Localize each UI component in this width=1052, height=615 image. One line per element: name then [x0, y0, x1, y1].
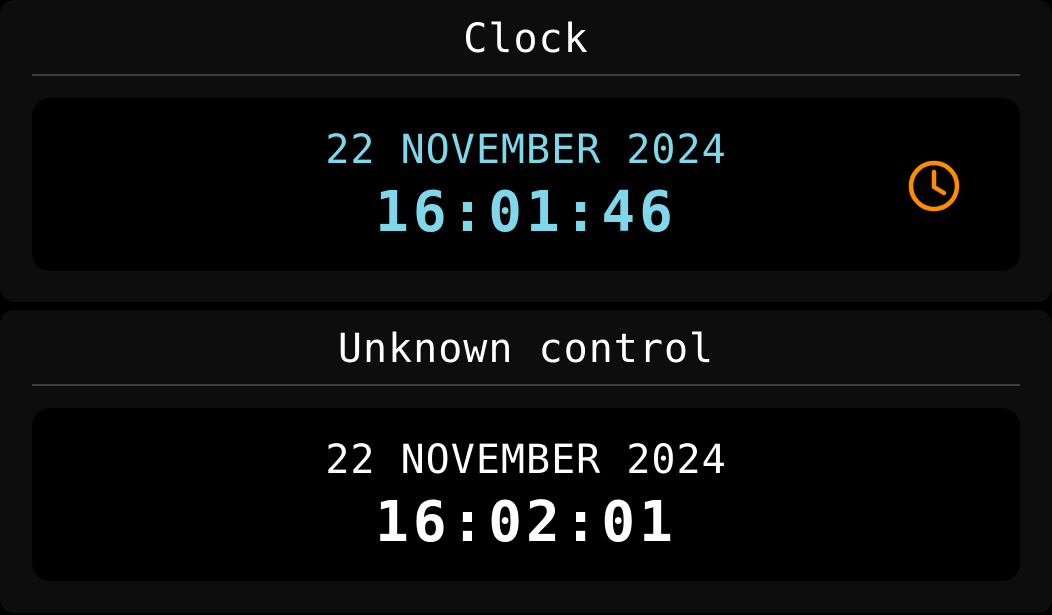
clock-display[interactable]: 22 NOVEMBER 2024 16:01:46: [32, 98, 1020, 271]
date-display: 22 NOVEMBER 2024: [325, 437, 727, 483]
divider: [32, 384, 1020, 386]
divider: [32, 74, 1020, 76]
panel-title: Clock: [463, 16, 589, 62]
time-display: 16:01:46: [375, 180, 677, 245]
unknown-control-panel: Unknown control 22 NOVEMBER 2024 16:02:0…: [0, 310, 1052, 613]
time-display: 16:02:01: [375, 490, 677, 555]
unknown-display: 22 NOVEMBER 2024 16:02:01: [32, 408, 1020, 581]
panel-title: Unknown control: [337, 326, 715, 372]
date-display: 22 NOVEMBER 2024: [325, 127, 727, 173]
clock-panel: Clock 22 NOVEMBER 2024 16:01:46: [0, 0, 1052, 302]
clock-icon[interactable]: [906, 158, 962, 214]
